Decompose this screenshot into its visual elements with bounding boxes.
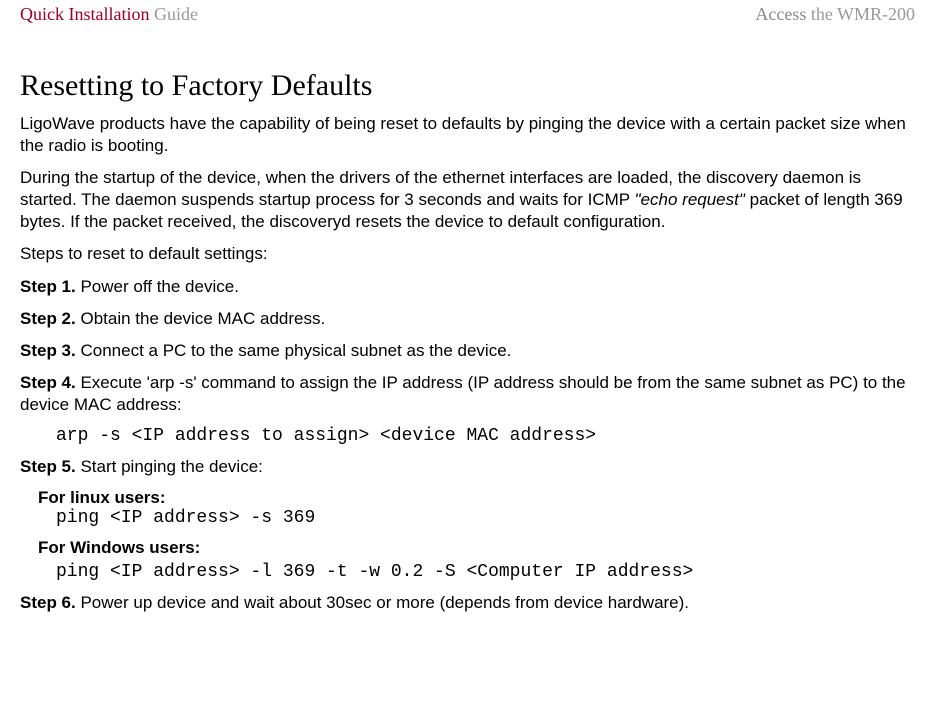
step-2-label: Step 2.: [20, 309, 76, 328]
step-5: Step 5. Start pinging the device:: [20, 456, 915, 478]
step-5-label: Step 5.: [20, 457, 76, 476]
step-1: Step 1. Power off the device.: [20, 276, 915, 298]
intro-paragraph-2: During the startup of the device, when t…: [20, 167, 915, 233]
step-5-text: Start pinging the device:: [76, 457, 263, 476]
intro-p2-italic: "echo request": [635, 190, 745, 209]
step-1-label: Step 1.: [20, 277, 76, 296]
document-page: Quick Installation Guide Access the WMR-…: [0, 0, 935, 614]
step-2-text: Obtain the device MAC address.: [76, 309, 325, 328]
step-6: Step 6. Power up device and wait about 3…: [20, 592, 915, 614]
step-6-label: Step 6.: [20, 593, 76, 612]
step-3-text: Connect a PC to the same physical subnet…: [76, 341, 512, 360]
windows-label: For Windows users:: [38, 538, 915, 558]
header-right-prefix: Access: [755, 4, 806, 24]
page-title: Resetting to Factory Defaults: [20, 69, 915, 103]
step-3-label: Step 3.: [20, 341, 76, 360]
header-left-suffix: Guide: [149, 4, 198, 24]
step-2: Step 2. Obtain the device MAC address.: [20, 308, 915, 330]
step-3: Step 3. Connect a PC to the same physica…: [20, 340, 915, 362]
windows-code: ping <IP address> -l 369 -t -w 0.2 -S <C…: [56, 562, 915, 582]
intro-paragraph-1: LigoWave products have the capability of…: [20, 113, 915, 157]
linux-label: For linux users:: [38, 488, 915, 508]
step-4-code: arp -s <IP address to assign> <device MA…: [56, 426, 915, 446]
step-4: Step 4. Execute 'arp -s' command to assi…: [20, 372, 915, 416]
header-left-prefix: Quick Installation: [20, 4, 149, 24]
header-left: Quick Installation Guide: [20, 4, 198, 25]
linux-code: ping <IP address> -s 369: [56, 508, 915, 528]
step-6-text: Power up device and wait about 30sec or …: [76, 593, 689, 612]
header-right-suffix: the WMR-200: [806, 4, 915, 24]
step-1-text: Power off the device.: [76, 277, 239, 296]
step-4-text: Execute 'arp -s' command to assign the I…: [20, 373, 906, 414]
step-4-label: Step 4.: [20, 373, 76, 392]
steps-intro: Steps to reset to default settings:: [20, 243, 915, 265]
page-header: Quick Installation Guide Access the WMR-…: [20, 0, 915, 35]
header-right: Access the WMR-200: [755, 4, 915, 25]
